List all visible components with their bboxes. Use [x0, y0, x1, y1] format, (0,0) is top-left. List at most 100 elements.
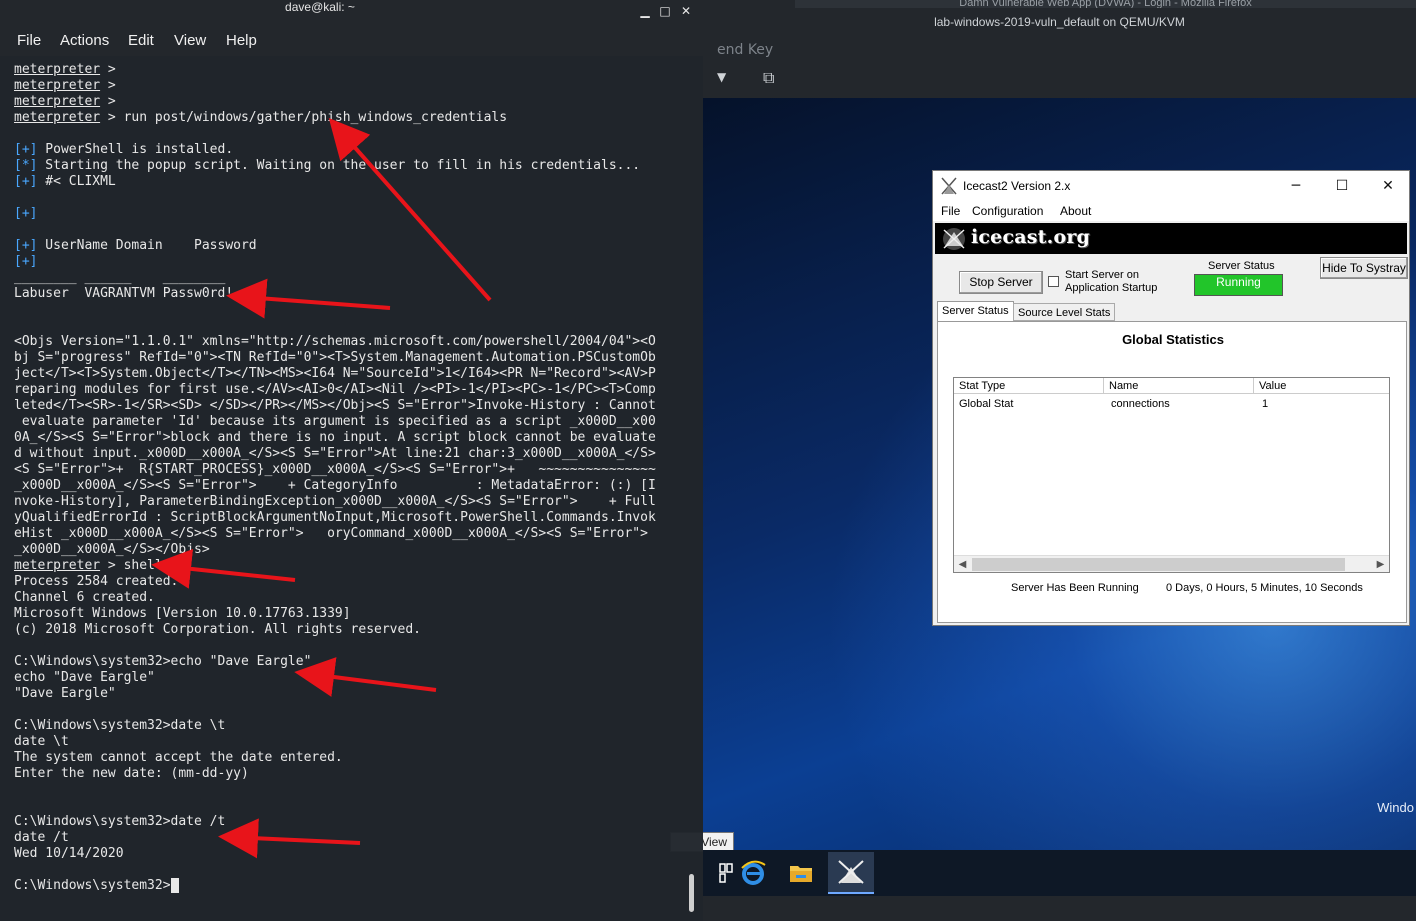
- menu-about[interactable]: About: [1060, 204, 1091, 218]
- terminal-line: The system cannot accept the date entere…: [14, 750, 343, 765]
- icecast-app-icon: [941, 177, 957, 195]
- tab-server-status[interactable]: Server Status: [937, 301, 1014, 322]
- column-name[interactable]: Name: [1104, 378, 1254, 394]
- terminal-scrollbar[interactable]: [689, 874, 694, 912]
- terminal-text: C:\Windows\system32>: [14, 878, 171, 893]
- status-marker: [+]: [14, 174, 38, 189]
- minimize-icon[interactable]: ▁: [636, 4, 654, 22]
- close-icon[interactable]: ✕: [677, 4, 695, 22]
- status-marker: [*]: [14, 158, 38, 173]
- terminal-command: > shell: [100, 558, 163, 573]
- terminal-command: >: [100, 94, 116, 109]
- terminal-line: (c) 2018 Microsoft Corporation. All righ…: [14, 622, 421, 637]
- terminal-command: >: [100, 78, 116, 93]
- stop-server-button[interactable]: Stop Server: [959, 271, 1043, 294]
- column-value[interactable]: Value: [1254, 378, 1389, 394]
- close-button[interactable]: ✕: [1373, 175, 1403, 197]
- file-explorer-icon[interactable]: [778, 852, 824, 894]
- fullscreen-icon[interactable]: ⧉: [763, 68, 774, 88]
- terminal-line: _x000D__x000A_</S><S S="Error"> + Catego…: [14, 478, 656, 493]
- menu-edit[interactable]: Edit: [128, 32, 154, 49]
- maximize-button[interactable]: ☐: [1327, 175, 1357, 197]
- table-cell-value: 1: [1262, 398, 1269, 410]
- terminal-menubar: File Actions Edit View Help: [0, 26, 703, 56]
- terminal-line: [*] Starting the popup script. Waiting o…: [14, 158, 684, 174]
- icecast-taskbar-icon[interactable]: [828, 852, 874, 894]
- terminal-line: date /t: [14, 830, 69, 845]
- browser-title-strip: Damn Vulnerable Web App (DVWA) - Login -…: [795, 0, 1416, 8]
- toolbar-ghost-text: end Key: [717, 42, 774, 58]
- vm-window-title: lab-windows-2019-vuln_default on QEMU/KV…: [703, 8, 1416, 36]
- minimize-button[interactable]: ─: [1281, 175, 1311, 197]
- scroll-left-icon[interactable]: ◀: [954, 556, 971, 573]
- scroll-right-icon[interactable]: ▶: [1372, 556, 1389, 573]
- terminal-line: [+] PowerShell is installed.: [14, 142, 684, 158]
- hide-to-systray-button[interactable]: Hide To Systray: [1320, 257, 1408, 279]
- stats-list[interactable]: Stat Type Name Value Global Stat connect…: [953, 377, 1390, 573]
- terminal-line: meterpreter >: [14, 78, 684, 94]
- icecast-banner-text: icecast.org: [971, 226, 1091, 248]
- internet-explorer-icon[interactable]: [730, 852, 776, 894]
- icecast-logo-icon: [943, 228, 965, 250]
- tab-source-level-stats[interactable]: Source Level Stats: [1013, 303, 1116, 321]
- terminal-line: [+] #< CLIXML: [14, 174, 684, 190]
- windows-taskbar: [703, 850, 1416, 896]
- server-status-panel: Global Statistics Stat Type Name Value G…: [937, 321, 1407, 623]
- terminal-text: UserName Domain Password: [37, 238, 257, 253]
- status-marker: [+]: [14, 238, 38, 253]
- terminal-command: >: [100, 62, 116, 77]
- menu-configuration[interactable]: Configuration: [972, 204, 1043, 218]
- terminal-titlebar[interactable]: dave@kali: ~ ▁ □ ✕: [0, 0, 703, 26]
- desktop: Damn Vulnerable Web App (DVWA) - Login -…: [0, 0, 1416, 921]
- terminal-line: d without input._x000D__x000A_</S><S S="…: [14, 446, 656, 461]
- icecast-titlebar[interactable]: Icecast2 Version 2.x ─ ☐ ✕: [933, 171, 1409, 201]
- terminal-line: evaluate parameter 'Id' because its argu…: [14, 414, 656, 429]
- terminal-line: Channel 6 created.: [14, 590, 155, 605]
- horizontal-scrollbar[interactable]: ◀ ▶: [954, 555, 1389, 572]
- uptime-value: 0 Days, 0 Hours, 5 Minutes, 10 Seconds: [1166, 582, 1363, 594]
- status-marker: [+]: [14, 142, 38, 157]
- global-statistics-heading: Global Statistics: [1122, 332, 1224, 347]
- terminal-output[interactable]: meterpreter > meterpreter > meterpreter > m…: [14, 62, 684, 912]
- scrollbar-thumb[interactable]: [972, 558, 1345, 571]
- terminal-line: bj S="progress" RefId="0"><TN RefId="0">…: [14, 350, 656, 365]
- maximize-icon[interactable]: □: [656, 4, 674, 22]
- terminal-line: "Dave Eargle": [14, 686, 116, 701]
- terminal-line: <Objs Version="1.1.0.1" xmlns="http://sc…: [14, 334, 656, 349]
- terminal-line: Process 2584 created.: [14, 574, 179, 589]
- icecast-window-title: Icecast2 Version 2.x: [963, 179, 1071, 193]
- column-stat-type[interactable]: Stat Type: [954, 378, 1104, 394]
- start-on-startup-checkbox[interactable]: [1048, 276, 1059, 287]
- meterpreter-prompt: meterpreter: [14, 110, 101, 125]
- terminal-line: [+]: [14, 254, 684, 270]
- menu-view[interactable]: View: [174, 32, 206, 49]
- menu-file[interactable]: File: [17, 32, 41, 49]
- menu-actions[interactable]: Actions: [60, 32, 109, 49]
- status-marker: [+]: [14, 254, 38, 269]
- terminal-title: dave@kali: ~: [285, 0, 355, 14]
- start-on-startup-label: Start Server on Application Startup: [1065, 269, 1158, 294]
- menu-help[interactable]: Help: [226, 32, 257, 49]
- server-status-label: Server Status: [1208, 260, 1275, 272]
- terminal-line: C:\Windows\system32>: [14, 878, 684, 894]
- terminal-line: [+]: [14, 206, 684, 222]
- icecast-menubar: File Configuration About: [933, 201, 1409, 221]
- terminal-line: C:\Windows\system32>echo "Dave Eargle": [14, 654, 312, 669]
- terminal-line: C:\Windows\system32>date \t: [14, 718, 226, 733]
- terminal-window: dave@kali: ~ ▁ □ ✕ File Actions Edit Vie…: [0, 0, 703, 921]
- menu-file[interactable]: File: [941, 204, 960, 218]
- terminal-line: <S S="Error">+ R{START_PROCESS}_x000D__x…: [14, 462, 656, 477]
- terminal-line: meterpreter >: [14, 62, 684, 78]
- terminal-line: date \t: [14, 734, 69, 749]
- terminal-line: meterpreter > run post/windows/gather/ph…: [14, 110, 684, 126]
- terminal-text: PowerShell is installed.: [37, 142, 234, 157]
- chevron-down-icon[interactable]: ▼: [717, 70, 726, 84]
